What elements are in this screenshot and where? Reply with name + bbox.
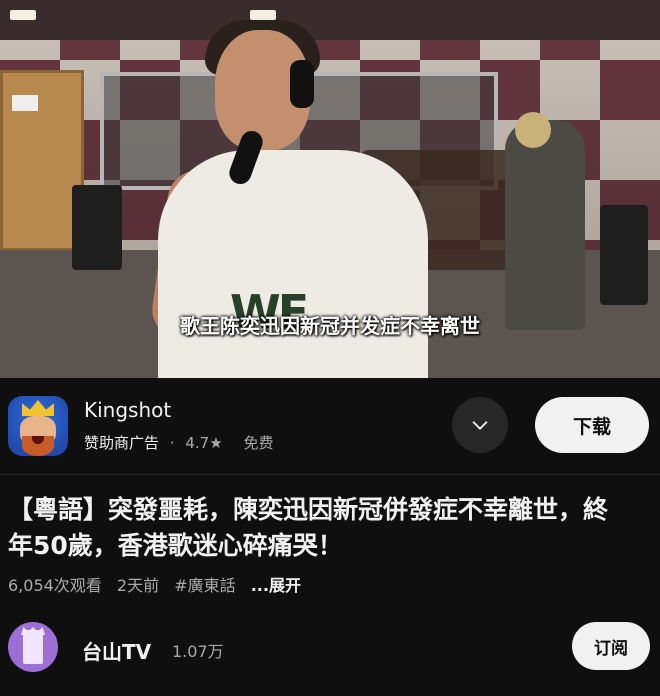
video-title[interactable]: 【粵語】突發噩耗，陳奕迅因新冠併發症不幸離世，終年50歲，香港歌迷心碎痛哭！: [8, 492, 628, 564]
ceiling-light: [250, 10, 276, 20]
app-rating: 4.7★: [185, 434, 223, 452]
chair: [600, 205, 648, 305]
ad-app-name[interactable]: Kingshot: [84, 398, 171, 422]
guitarist: [505, 120, 585, 330]
meta-separator: ·: [169, 434, 175, 452]
hashtag-link[interactable]: #廣東話: [174, 576, 235, 595]
chevron-down-icon: [472, 421, 488, 430]
ad-meta: 赞助商广告 · 4.7★ 免费: [84, 432, 273, 453]
avatar-figure: [23, 630, 43, 664]
ceiling: [0, 0, 660, 40]
channel-name[interactable]: 台山TV: [82, 636, 151, 665]
expand-description[interactable]: ...展开: [251, 576, 301, 595]
subscriber-count: 1.07万: [172, 642, 224, 661]
app-price: 免费: [243, 434, 274, 452]
video-meta[interactable]: 6,054次观看 2天前 #廣東話 ...展开: [8, 572, 311, 596]
door-sign: [12, 95, 38, 111]
app-icon[interactable]: [8, 396, 68, 456]
crown-icon: [22, 400, 54, 416]
guitarist-head: [515, 112, 551, 148]
upload-age: 2天前: [116, 576, 160, 595]
subscribe-button[interactable]: 订阅: [572, 622, 650, 670]
video-player[interactable]: WE 歌王陈奕迅因新冠并发症不幸离世: [0, 0, 660, 378]
sponsor-label: 赞助商广告: [84, 434, 160, 452]
channel-avatar[interactable]: [8, 622, 58, 672]
headphone: [290, 60, 314, 108]
chair: [72, 185, 122, 270]
expand-ad-button[interactable]: [452, 397, 508, 453]
download-button[interactable]: 下载: [535, 397, 649, 453]
ceiling-light: [10, 10, 36, 20]
view-count: 6,054次观看: [8, 576, 102, 595]
video-subtitle: 歌王陈奕迅因新冠并发症不幸离世: [180, 314, 480, 338]
avatar-crown: [21, 627, 45, 635]
singer-body: [158, 150, 428, 378]
